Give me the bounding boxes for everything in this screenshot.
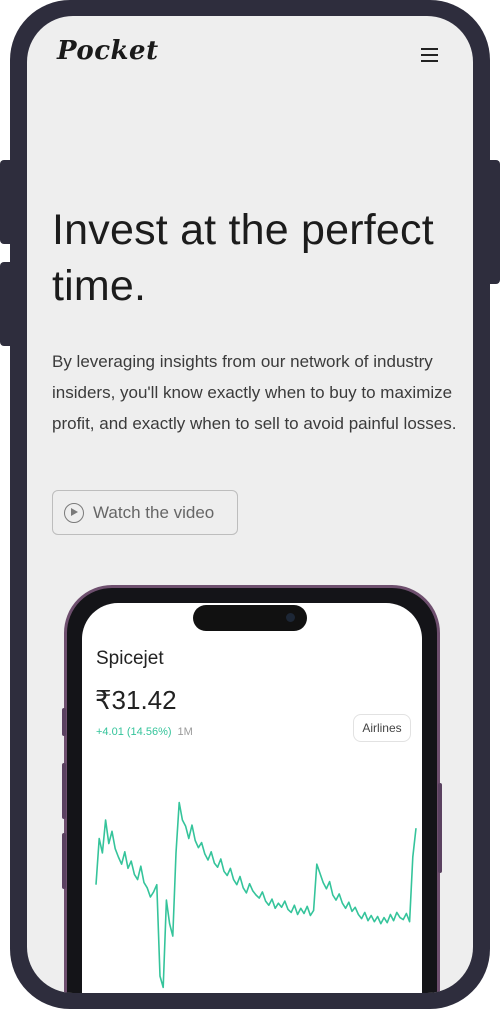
hero-headline: Invest at the perfect time. xyxy=(52,206,434,310)
mock-phone-side-button xyxy=(62,833,66,889)
sector-tag[interactable]: Airlines xyxy=(353,714,411,742)
watch-video-button[interactable]: Watch the video xyxy=(52,490,238,535)
hero-description: By leveraging insights from our network … xyxy=(52,352,457,433)
stock-change-value: +4.01 (14.56%) xyxy=(96,726,172,738)
brand-logo[interactable]: Pocket xyxy=(57,36,159,66)
app-preview-phone: Spicejet ₹31.42 +4.01 (14.56%) 1M Airline… xyxy=(62,585,442,993)
price-chart xyxy=(95,801,417,989)
dynamic-island xyxy=(193,605,307,631)
mock-phone-side-button xyxy=(62,708,66,736)
phone-screen: Pocket Invest at the perfect time. By le… xyxy=(27,16,473,993)
watch-video-label: Watch the video xyxy=(93,502,215,522)
app-preview-screen: Spicejet ₹31.42 +4.01 (14.56%) 1M Airline… xyxy=(82,603,422,993)
mock-phone-side-button xyxy=(62,763,66,819)
camera-icon xyxy=(286,613,295,622)
price-line-series xyxy=(95,801,417,989)
hamburger-menu-icon[interactable] xyxy=(417,44,443,66)
play-circle-icon xyxy=(64,502,84,523)
stock-name: Spicejet xyxy=(96,648,164,669)
stock-change: +4.01 (14.56%) 1M xyxy=(96,726,193,738)
mock-phone-side-button xyxy=(438,783,442,873)
stock-period: 1M xyxy=(177,726,193,738)
stock-price: ₹31.42 xyxy=(95,685,177,715)
page: Pocket Invest at the perfect time. By le… xyxy=(0,0,500,1009)
